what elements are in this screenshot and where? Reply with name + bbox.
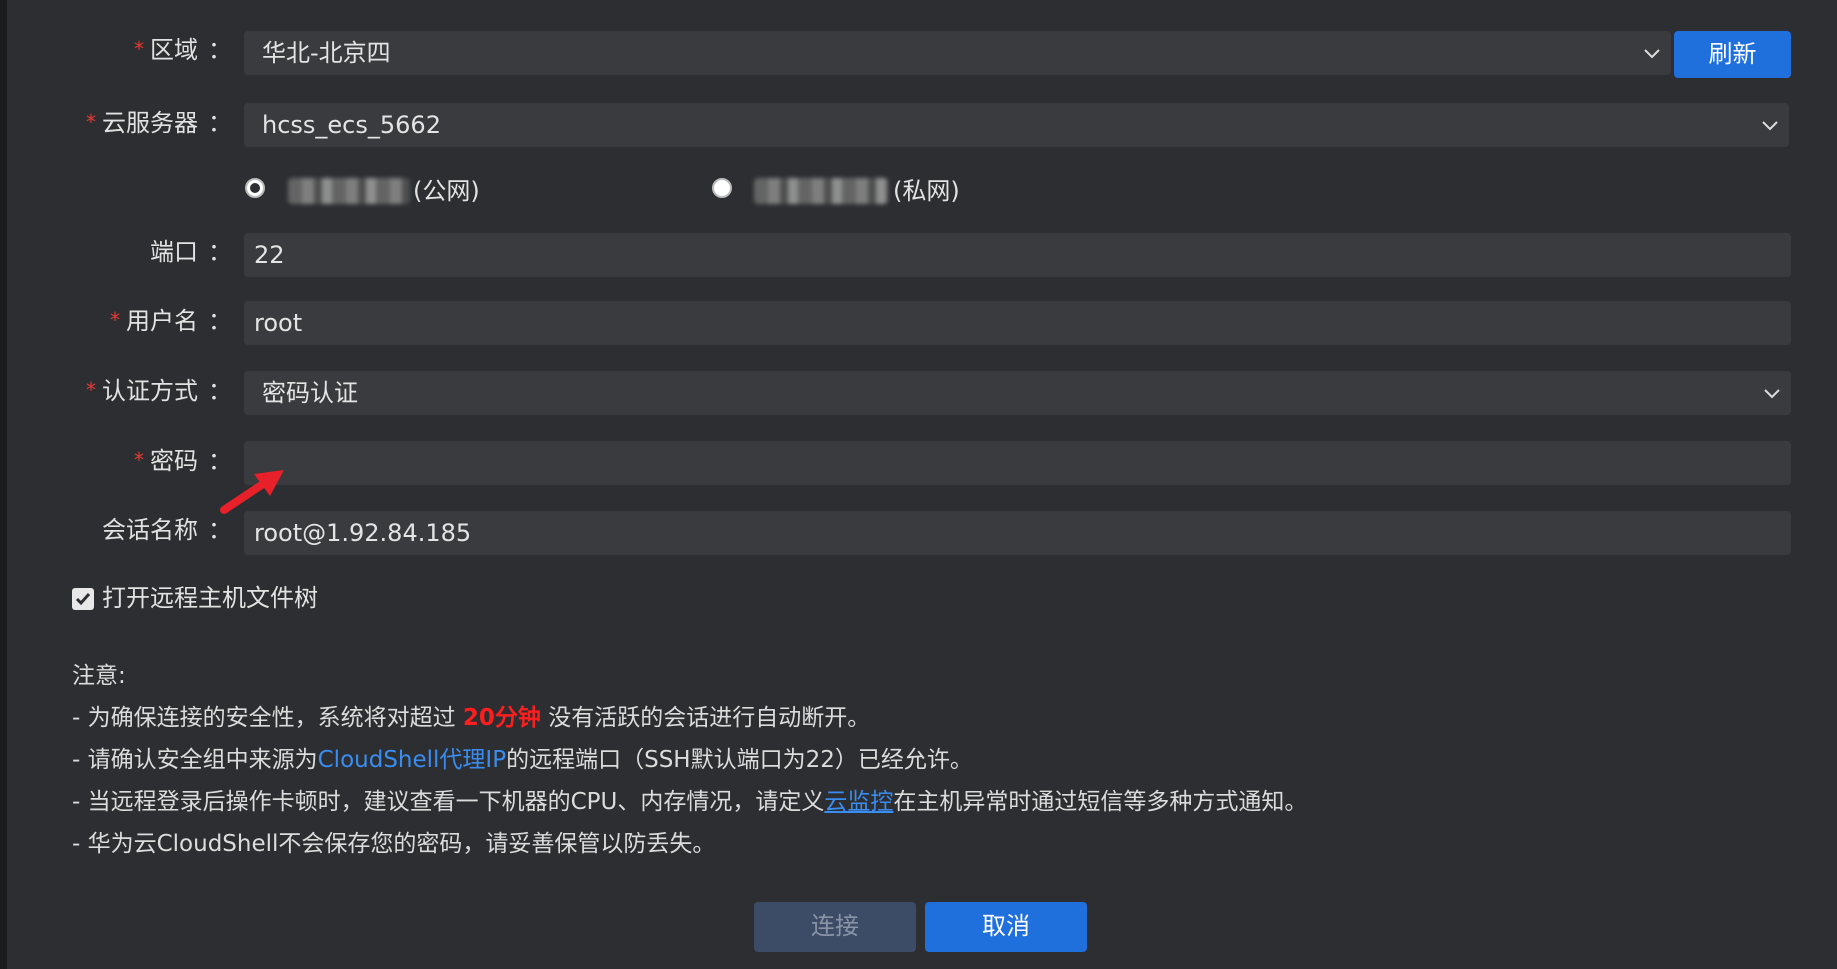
cloud-monitor-link[interactable]: 云监控	[824, 789, 893, 815]
timeout-highlight: 20分钟	[462, 705, 541, 731]
server-select[interactable]: hcss_ecs_5662	[244, 103, 1789, 147]
auth-method-select[interactable]: 密码认证	[244, 371, 1791, 415]
note-line-1: - 为确保连接的安全性，系统将对超过 20分钟 没有活跃的会话进行自动断开。	[72, 705, 871, 731]
password-input[interactable]	[244, 441, 1791, 485]
window-left-edge	[0, 0, 7, 969]
note-line-2: - 请确认安全组中来源为CloudShell代理IP的远程端口（SSH默认端口为…	[72, 747, 973, 773]
username-label: * 用户名：	[110, 307, 232, 335]
chevron-down-icon	[1764, 389, 1780, 399]
public-ip-redacted	[288, 178, 410, 204]
note-line-4: - 华为云CloudShell不会保存您的密码，请妥善保管以防丢失。	[72, 831, 716, 857]
notes-title: 注意:	[72, 663, 126, 689]
region-select-value: 华北-北京四	[262, 39, 391, 67]
public-ip-label: (公网)	[413, 177, 480, 205]
private-ip-redacted	[754, 178, 888, 204]
port-label: 端口：	[150, 238, 232, 266]
private-ip-label: (私网)	[893, 177, 960, 205]
file-tree-label: 打开远程主机文件树	[102, 584, 318, 612]
region-label: * 区域：	[134, 36, 232, 64]
region-select[interactable]: 华北-北京四	[244, 31, 1671, 75]
chevron-down-icon	[1762, 121, 1778, 131]
chevron-down-icon	[1644, 49, 1660, 59]
auth-method-value: 密码认证	[262, 379, 358, 407]
port-input[interactable]: 22	[244, 233, 1791, 277]
cancel-button[interactable]: 取消	[925, 902, 1087, 952]
file-tree-checkbox[interactable]	[72, 588, 94, 610]
connect-button[interactable]: 连接	[754, 902, 916, 952]
server-select-value: hcss_ecs_5662	[262, 111, 441, 139]
public-ip-radio[interactable]	[245, 178, 265, 198]
check-icon	[75, 593, 91, 606]
refresh-button[interactable]: 刷新	[1674, 31, 1791, 78]
private-ip-radio[interactable]	[712, 178, 732, 198]
annotation-arrow-icon	[220, 470, 284, 514]
username-input[interactable]: root	[244, 301, 1791, 345]
session-label: 会话名称：	[102, 516, 232, 544]
cloudshell-proxy-ip-text: CloudShell代理IP	[317, 747, 507, 773]
auth-label: * 认证方式：	[86, 377, 232, 405]
server-label: * 云服务器：	[86, 109, 232, 137]
note-line-3: - 当远程登录后操作卡顿时，建议查看一下机器的CPU、内存情况，请定义云监控在主…	[72, 789, 1308, 815]
session-name-input[interactable]: root@1.92.84.185	[244, 511, 1791, 555]
notes-section: 注意: - 为确保连接的安全性，系统将对超过 20分钟 没有活跃的会话进行自动断…	[72, 655, 1307, 865]
